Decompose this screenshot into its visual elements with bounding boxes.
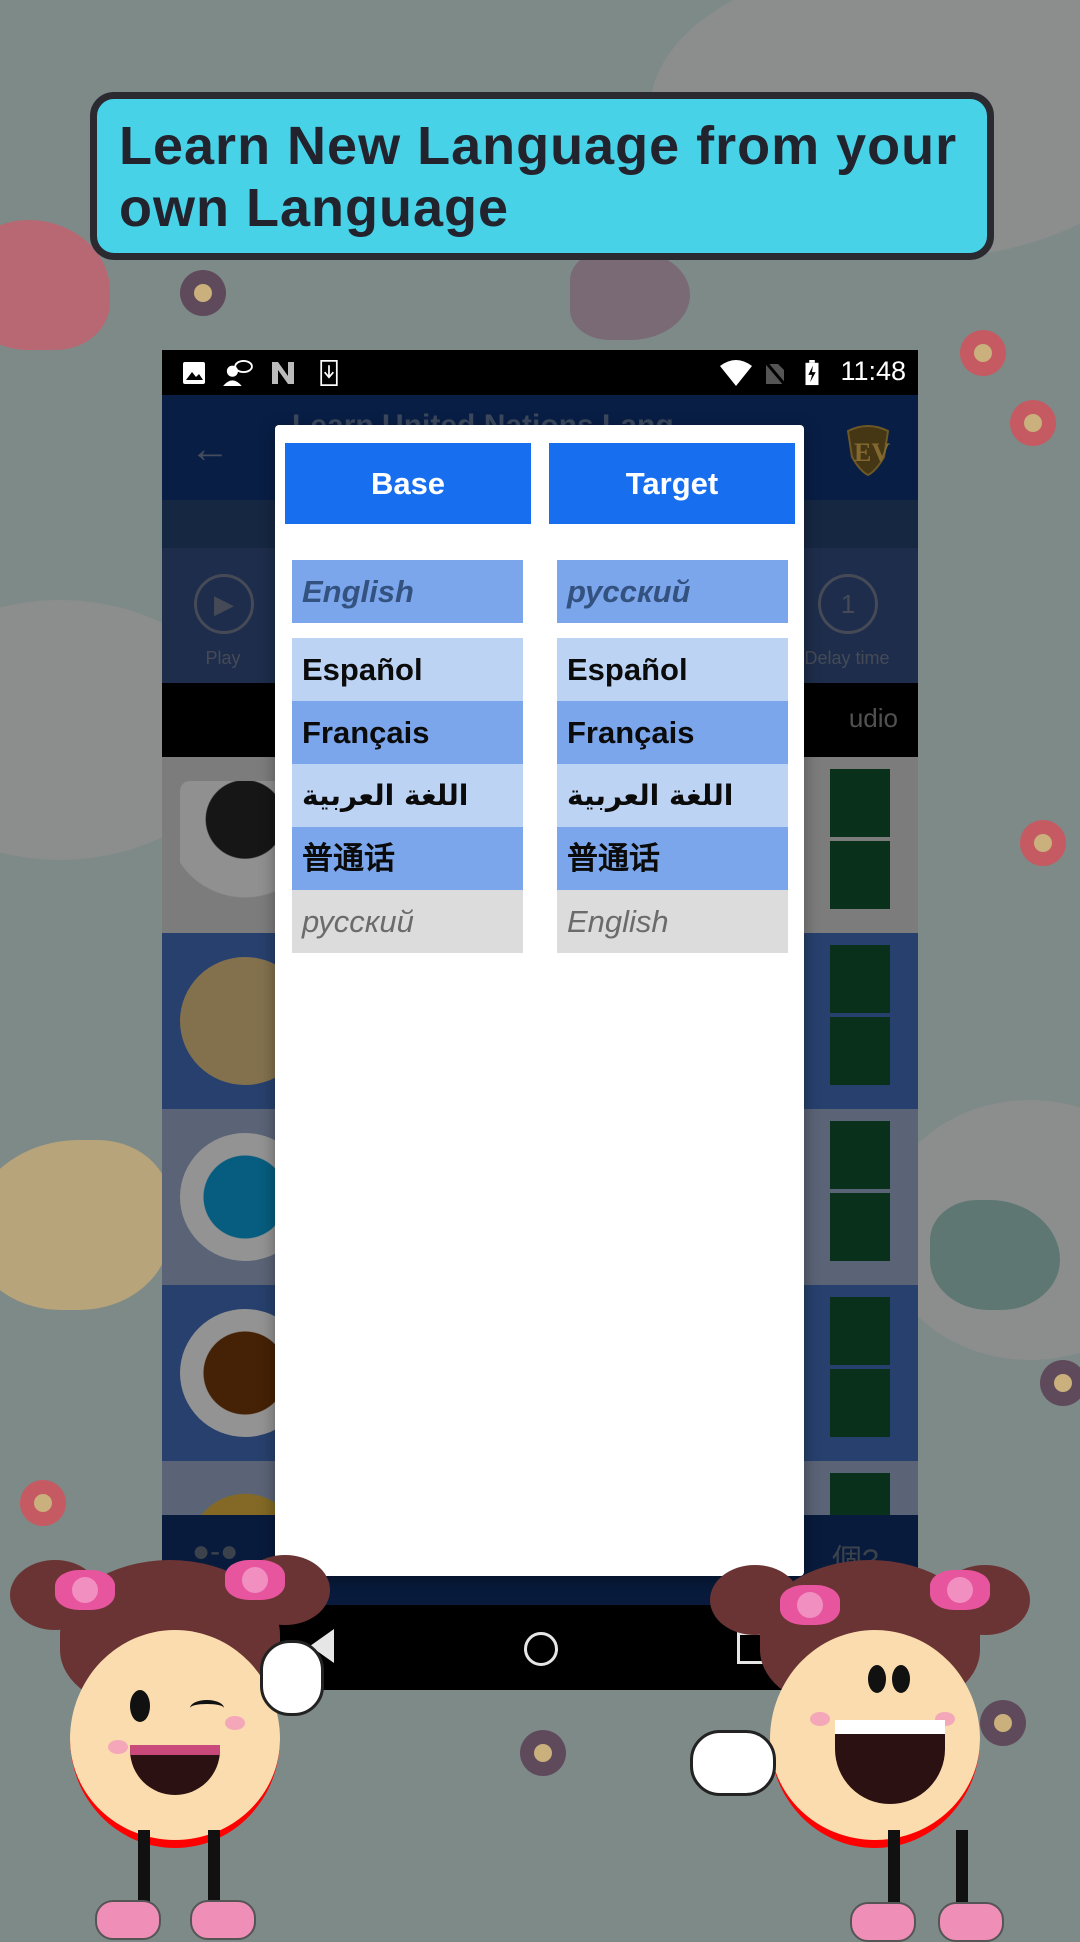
background-flower: [1010, 400, 1056, 446]
character-eye: [130, 1690, 150, 1722]
no-sim-icon: [764, 360, 786, 386]
background-bird-dark: [570, 250, 690, 340]
target-option-mandarin[interactable]: 普通话: [557, 827, 788, 890]
n-icon: [272, 362, 294, 384]
background-bird-yellow: [0, 1140, 170, 1310]
background-flower: [960, 330, 1006, 376]
character-bow-knot: [72, 1577, 98, 1603]
character-cheek: [108, 1740, 128, 1754]
language-picker-dialog: Base Target English Español Français الل…: [275, 425, 804, 1576]
character-eye: [892, 1665, 910, 1693]
background-flower: [520, 1730, 566, 1776]
target-option-arabic[interactable]: اللغة العربية: [557, 764, 788, 827]
base-option-french[interactable]: Français: [292, 701, 523, 764]
target-option-english-disabled: English: [557, 890, 788, 953]
download-icon: [320, 360, 338, 386]
background-flower: [1020, 820, 1066, 866]
character-bow-knot: [242, 1567, 268, 1593]
character-shoe: [95, 1900, 161, 1940]
status-bar: 11:48: [162, 350, 918, 395]
battery-charging-icon: [805, 360, 819, 386]
character-eye: [868, 1665, 886, 1693]
character-shoe: [938, 1902, 1004, 1942]
base-option-russian-disabled: русский: [292, 890, 523, 953]
wifi-icon: [720, 360, 752, 386]
character-shoe: [850, 1902, 916, 1942]
character-cheek: [810, 1712, 830, 1726]
base-option-arabic[interactable]: اللغة العربية: [292, 764, 523, 827]
base-option-spanish[interactable]: Español: [292, 638, 523, 701]
target-option-french[interactable]: Français: [557, 701, 788, 764]
status-time: 11:48: [840, 356, 906, 386]
promo-banner: Learn New Language from your own Languag…: [90, 92, 994, 260]
target-button[interactable]: Target: [549, 443, 795, 524]
voice-chat-icon: [223, 360, 253, 386]
gallery-icon: [183, 362, 205, 384]
ok-hand-glove: [260, 1640, 324, 1716]
background-flower: [180, 270, 226, 316]
character-shoe: [190, 1900, 256, 1940]
base-button[interactable]: Base: [285, 443, 531, 524]
background-flower: [20, 1480, 66, 1526]
banner-title: Learn New Language from your own Languag…: [119, 116, 958, 238]
base-language-list: English Español Français اللغة العربية 普…: [292, 560, 523, 953]
thumbs-up-glove: [690, 1730, 776, 1796]
character-face: [70, 1630, 280, 1848]
target-language-list: русский Español Français اللغة العربية 普…: [557, 560, 788, 953]
character-wink: [190, 1700, 224, 1716]
base-option-mandarin[interactable]: 普通话: [292, 827, 523, 890]
character-bow-knot: [797, 1592, 823, 1618]
base-selected-language[interactable]: English: [292, 560, 523, 623]
character-bow-knot: [947, 1577, 973, 1603]
character-girl-thumbs-up: [690, 1540, 1030, 1942]
target-option-spanish[interactable]: Español: [557, 638, 788, 701]
character-cheek: [225, 1716, 245, 1730]
background-flower: [1040, 1360, 1080, 1406]
target-selected-language[interactable]: русский: [557, 560, 788, 623]
character-girl-winking: [10, 1540, 330, 1940]
home-nav-icon[interactable]: [524, 1632, 558, 1666]
